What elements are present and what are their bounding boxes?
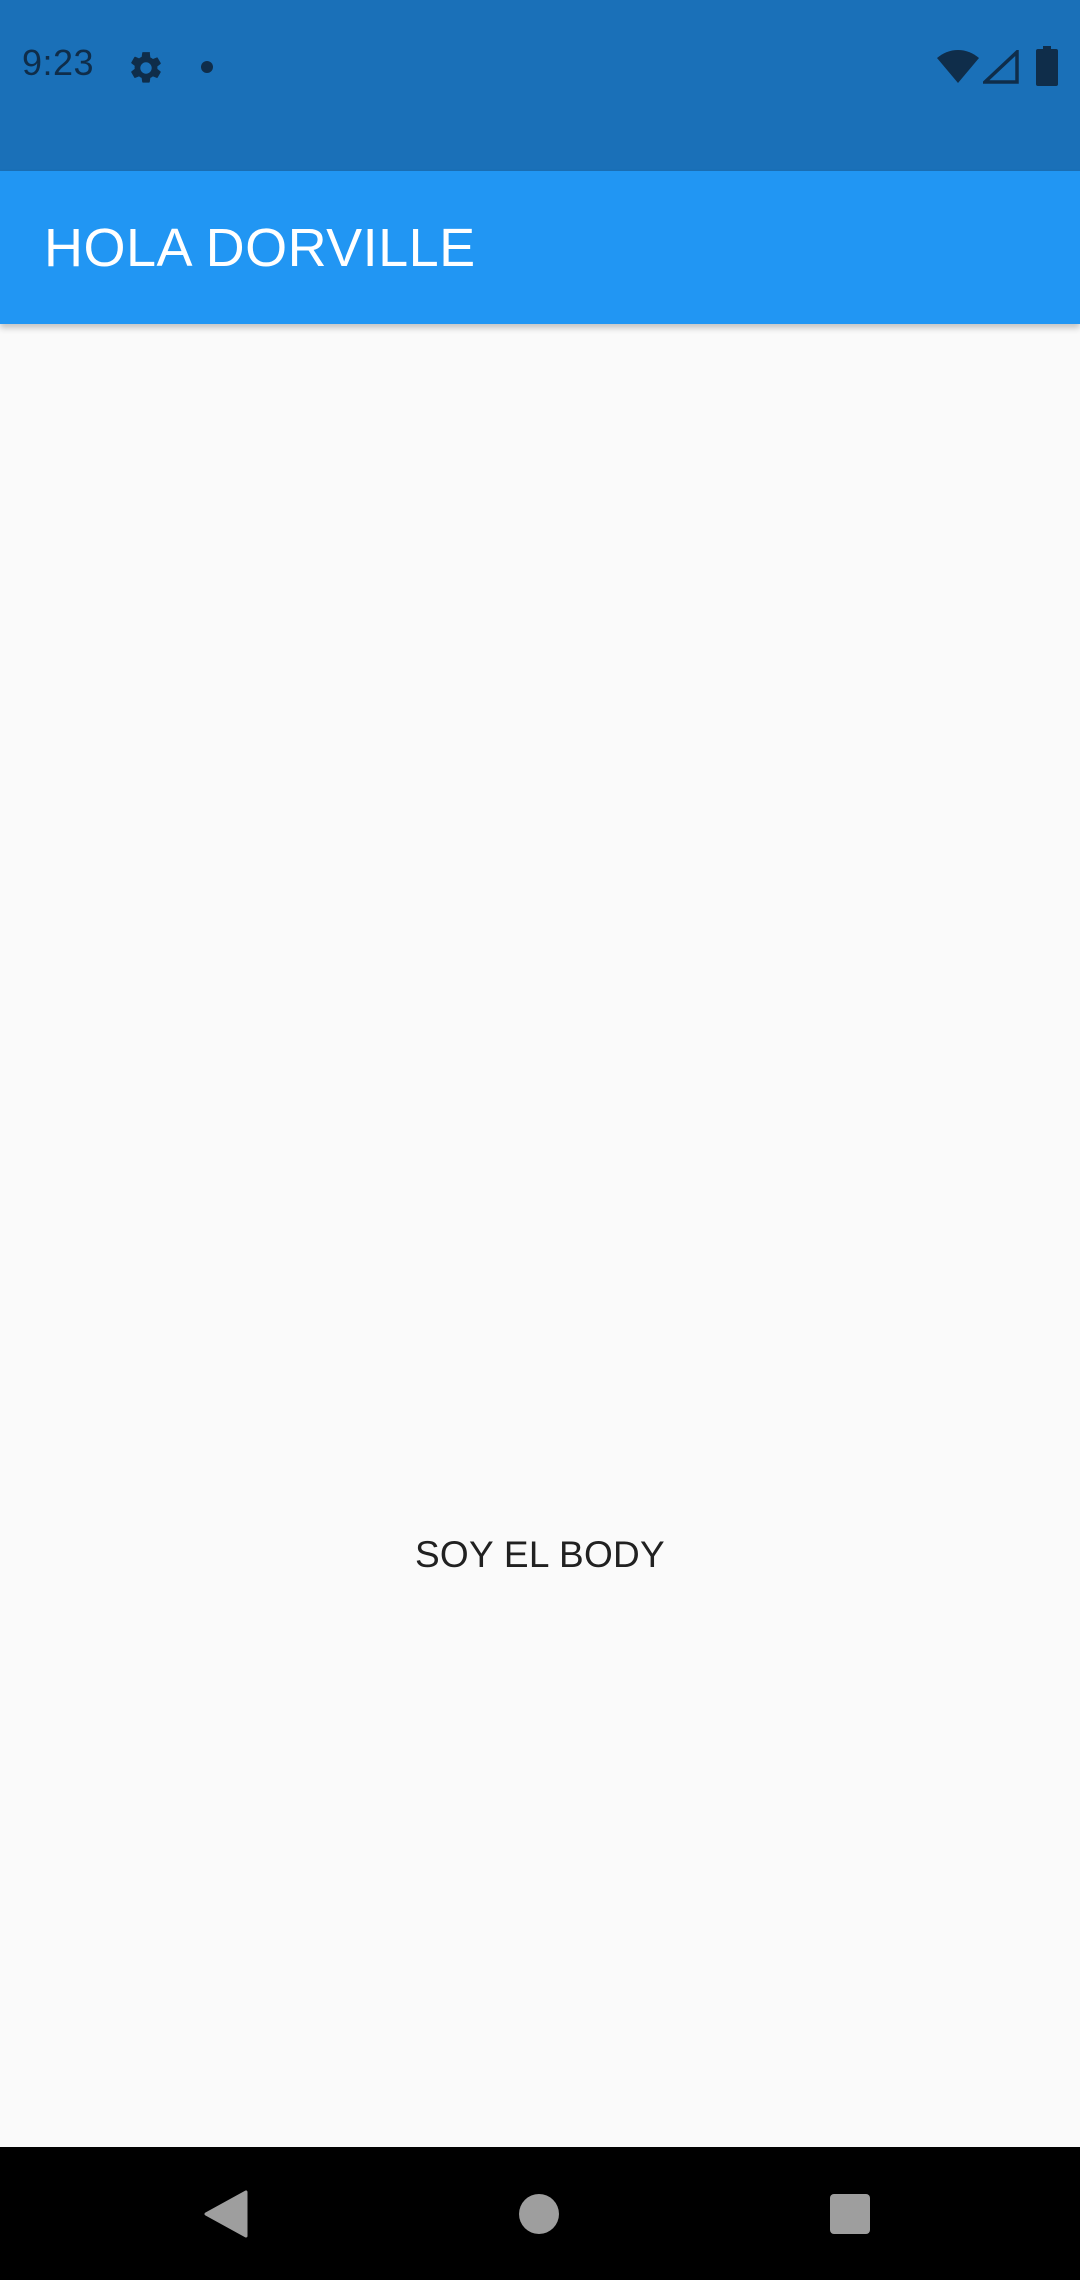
app-screen: 9:23 HOLA DORVILLE SOY EL BODY	[0, 0, 1080, 2280]
gear-icon	[131, 52, 161, 83]
back-icon[interactable]	[204, 2190, 248, 2238]
recents-icon[interactable]	[829, 2193, 871, 2235]
app-bar: HOLA DORVILLE	[0, 171, 1080, 324]
wifi-icon	[937, 50, 979, 83]
app-bar-title: HOLA DORVILLE	[44, 217, 476, 278]
battery-icon	[1036, 46, 1058, 86]
notification-dot-icon	[201, 61, 213, 73]
status-time: 9:23	[22, 42, 95, 83]
navigation-bar	[0, 2147, 1080, 2280]
cell-signal-icon	[983, 50, 1019, 84]
home-icon[interactable]	[518, 2193, 560, 2235]
body-content: SOY EL BODY	[0, 324, 1080, 2147]
body-text: SOY EL BODY	[414, 1534, 666, 1575]
status-bar: 9:23	[0, 0, 1080, 171]
